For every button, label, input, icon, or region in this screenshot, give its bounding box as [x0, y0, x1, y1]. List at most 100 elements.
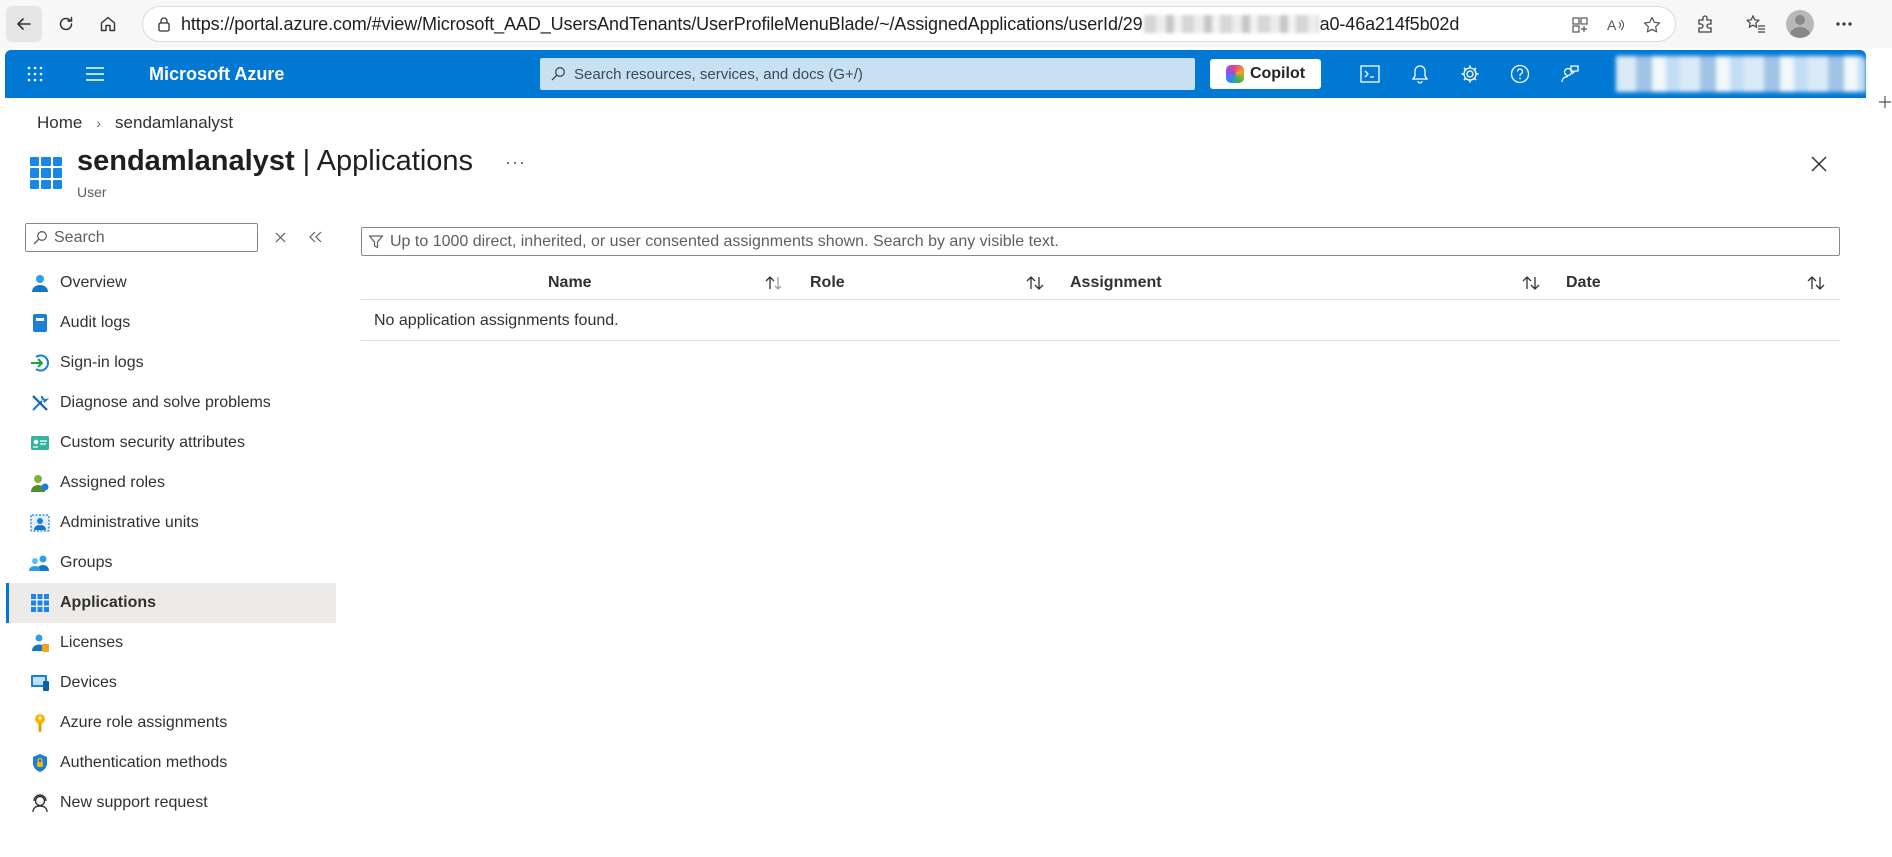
sort-icon[interactable] [1805, 274, 1827, 292]
refresh-button[interactable] [48, 6, 84, 42]
home-button[interactable] [90, 6, 126, 42]
column-header-name[interactable]: Name [548, 266, 592, 300]
apps-grid-icon [30, 157, 62, 189]
nav-item-azure-role-assignments[interactable]: Azure role assignments [6, 703, 336, 743]
column-header-label: Date [1566, 274, 1601, 291]
back-button[interactable] [6, 6, 42, 42]
brand-title[interactable]: Microsoft Azure [149, 64, 284, 85]
help-icon [1510, 64, 1530, 84]
nav-item-label: Sign-in logs [60, 354, 144, 371]
back-arrow-icon [17, 18, 31, 30]
filter-placeholder: Up to 1000 direct, inherited, or user co… [390, 232, 1059, 250]
column-header-label: Name [548, 274, 592, 291]
nav-item-custom-security-attributes[interactable]: Custom security attributes [6, 423, 336, 463]
account-info-redacted[interactable] [1616, 56, 1866, 92]
global-search-input[interactable]: Search resources, services, and docs (G+… [540, 58, 1195, 90]
breadcrumb-current[interactable]: sendamlanalyst [115, 113, 233, 133]
feedback-button[interactable] [1545, 50, 1595, 98]
profile-button[interactable] [1782, 6, 1818, 42]
help-button[interactable] [1495, 50, 1545, 98]
chevron-right-icon: › [96, 115, 102, 131]
sort-ascending-icon[interactable] [763, 274, 785, 292]
url-prefix: https://portal.azure.com/#view/Microsoft… [181, 13, 1143, 34]
favorite-star-icon[interactable] [1641, 14, 1663, 36]
nav-search-clear-button[interactable] [270, 227, 290, 247]
nav-item-sign-in-logs[interactable]: Sign-in logs [6, 343, 336, 383]
search-icon [33, 230, 47, 244]
page-title-name: sendamlanalyst [77, 145, 295, 177]
collapse-nav-button[interactable] [305, 227, 325, 247]
column-header-date[interactable]: Date [1566, 266, 1601, 300]
breadcrumb-home[interactable]: Home [37, 113, 82, 133]
filter-input[interactable]: Up to 1000 direct, inherited, or user co… [361, 227, 1840, 256]
nav-item-label: Applications [60, 594, 157, 611]
settings-button[interactable] [1445, 50, 1495, 98]
terminal-icon [1360, 65, 1380, 83]
nav-search-input[interactable]: Search [25, 223, 258, 252]
nav-item-new-support-request[interactable]: New support request [6, 783, 336, 823]
gear-icon [1461, 65, 1479, 83]
nav-item-label: Administrative units [60, 514, 199, 531]
portal-menu-button[interactable] [71, 50, 119, 98]
hamburger-icon [86, 67, 104, 81]
feedback-person-icon [1561, 65, 1579, 83]
nav-item-authentication-methods[interactable]: Authentication methods [6, 743, 336, 783]
column-header-role[interactable]: Role [810, 266, 845, 300]
sort-icon[interactable] [1520, 274, 1542, 292]
read-aloud-icon[interactable]: A [1605, 14, 1627, 36]
notifications-button[interactable] [1395, 50, 1445, 98]
nav-item-label: Authentication methods [60, 754, 228, 771]
sort-icon[interactable] [1024, 274, 1046, 292]
svg-text:A: A [1607, 17, 1617, 33]
cloud-shell-button[interactable] [1345, 50, 1395, 98]
browser-menu-button[interactable] [1826, 6, 1862, 42]
search-icon [551, 67, 565, 81]
copilot-logo-icon [1225, 65, 1244, 83]
azure-top-bar: Microsoft Azure Search resources, servic… [5, 50, 1866, 98]
close-icon [275, 232, 285, 242]
more-actions-button[interactable]: ··· [505, 152, 526, 173]
nav-item-applications[interactable]: Applications [6, 583, 336, 623]
nav-item-label: Azure role assignments [60, 714, 228, 731]
filter-funnel-icon [368, 234, 384, 248]
sidebar-add-icon[interactable] [1878, 95, 1892, 109]
copilot-label: Copilot [1249, 65, 1306, 82]
nav-item-administrative-units[interactable]: Administrative units [6, 503, 336, 543]
favorites-list-icon [1745, 14, 1765, 33]
wrench-icon [29, 392, 51, 414]
address-bar[interactable]: https://portal.azure.com/#view/Microsoft… [142, 6, 1676, 42]
nav-item-overview[interactable]: Overview [6, 263, 336, 303]
double-chevron-left-icon [309, 231, 322, 243]
close-icon [1811, 156, 1827, 172]
more-horizontal-icon [1836, 22, 1852, 26]
nav-item-diagnose[interactable]: Diagnose and solve problems [6, 383, 336, 423]
nav-item-assigned-roles[interactable]: Assigned roles [6, 463, 336, 503]
nav-item-label: Overview [60, 274, 127, 291]
nav-item-label: Assigned roles [60, 474, 165, 491]
column-header-label: Assignment [1070, 274, 1162, 291]
column-header-label: Role [810, 274, 845, 291]
resource-menu: Overview Audit logs Sign-in logs Diagnos… [6, 263, 336, 823]
copilot-button[interactable]: Copilot [1210, 59, 1321, 89]
nav-item-label: Audit logs [60, 314, 131, 331]
app-launcher-button[interactable] [11, 50, 59, 98]
sign-in-icon [29, 352, 51, 374]
nav-item-licenses[interactable]: Licenses [6, 623, 336, 663]
favorites-button[interactable] [1738, 6, 1774, 42]
user-icon [29, 272, 51, 294]
attributes-card-icon [29, 432, 51, 454]
table-header: Name Role Assignment Date [361, 266, 1840, 300]
shield-icon [29, 752, 51, 774]
bell-icon [1411, 65, 1429, 84]
nav-item-groups[interactable]: Groups [6, 543, 336, 583]
apps-grid-icon [29, 592, 51, 614]
groups-icon [29, 552, 51, 574]
url-suffix: a0-46a214f5b02d [1319, 13, 1460, 34]
nav-item-audit-logs[interactable]: Audit logs [6, 303, 336, 343]
nav-item-label: Licenses [60, 634, 124, 651]
column-header-assignment[interactable]: Assignment [1070, 266, 1162, 300]
close-blade-button[interactable] [1807, 152, 1831, 176]
extensions-button[interactable] [1688, 6, 1724, 42]
nav-item-devices[interactable]: Devices [6, 663, 336, 703]
app-available-icon[interactable] [1569, 14, 1591, 36]
